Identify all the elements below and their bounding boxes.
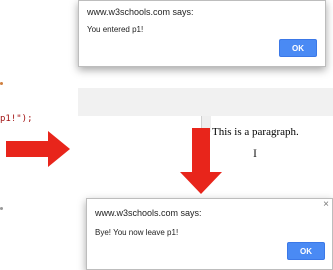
ok-button[interactable]: OK (287, 242, 325, 260)
dialog-title: www.w3schools.com says: (87, 7, 194, 17)
alert-dialog-entered: www.w3schools.com says: You entered p1! … (78, 0, 326, 67)
alert-dialog-leave: × www.w3schools.com says: Bye! You now l… (86, 198, 333, 270)
code-string: p1!"); (0, 114, 33, 124)
tutorial-screenshot: p1!"); www.w3schools.com says: You enter… (0, 0, 333, 270)
ok-button[interactable]: OK (279, 39, 317, 57)
dialog-message: Bye! You now leave p1! (95, 228, 179, 237)
code-line: p1!"); (0, 114, 33, 124)
arrow-down-icon (180, 128, 222, 194)
browser-toolbar-area (78, 88, 333, 116)
code-marker (0, 207, 3, 210)
code-marker (0, 82, 3, 85)
paragraph-text[interactable]: This is a paragraph. (212, 126, 299, 138)
arrow-right-icon (6, 131, 70, 167)
dialog-message: You entered p1! (87, 25, 144, 34)
text-cursor-icon: I (253, 146, 257, 160)
dialog-title: www.w3schools.com says: (95, 208, 202, 218)
close-icon[interactable]: × (323, 200, 329, 210)
